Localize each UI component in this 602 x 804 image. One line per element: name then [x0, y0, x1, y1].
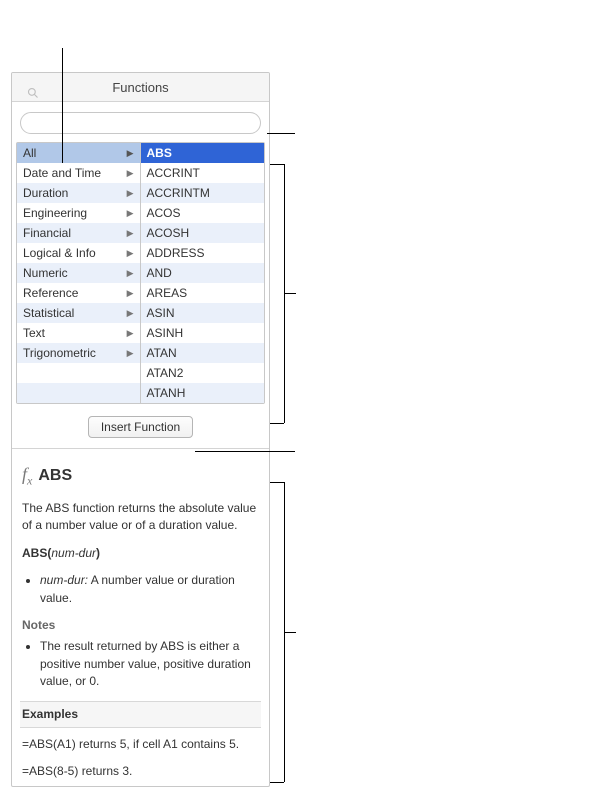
- callout-leader: [284, 293, 296, 294]
- function-item[interactable]: ACOS: [141, 203, 265, 223]
- function-item[interactable]: AND: [141, 263, 265, 283]
- function-label: AREAS: [147, 283, 188, 303]
- function-item[interactable]: ACOSH: [141, 223, 265, 243]
- function-label: ACOSH: [147, 223, 190, 243]
- category-label: Statistical: [23, 303, 74, 323]
- function-label: ATANH: [147, 383, 186, 403]
- search-icon: [27, 87, 39, 99]
- function-label: ABS: [147, 143, 172, 163]
- function-item[interactable]: ATAN2: [141, 363, 265, 383]
- example-item: =ABS(8-5) returns 3.: [22, 763, 259, 780]
- category-label: Text: [23, 323, 45, 343]
- chevron-right-icon: ▶: [127, 283, 134, 303]
- function-item[interactable]: ATANH: [141, 383, 265, 403]
- chevron-right-icon: ▶: [127, 203, 134, 223]
- category-item[interactable]: Duration ▶: [17, 183, 140, 203]
- callout-leader: [195, 451, 295, 452]
- function-item[interactable]: ACCRINTM: [141, 183, 265, 203]
- callout-leader: [270, 423, 284, 424]
- notes-heading: Notes: [22, 617, 259, 634]
- function-column: ABSACCRINTACCRINTMACOSACOSHADDRESSANDARE…: [141, 143, 265, 403]
- category-item: [17, 363, 140, 383]
- chevron-right-icon: ▶: [127, 263, 134, 283]
- insert-container: Insert Function: [12, 404, 269, 448]
- category-item[interactable]: Statistical ▶: [17, 303, 140, 323]
- category-label: Trigonometric: [23, 343, 96, 363]
- chevron-right-icon: ▶: [127, 223, 134, 243]
- category-item[interactable]: All ▶: [17, 143, 140, 163]
- fx-icon: fx: [22, 461, 32, 490]
- category-item[interactable]: Text ▶: [17, 323, 140, 343]
- function-item[interactable]: ACCRINT: [141, 163, 265, 183]
- category-item[interactable]: Numeric ▶: [17, 263, 140, 283]
- category-label: All: [23, 143, 36, 163]
- help-function-name: ABS: [38, 464, 72, 487]
- function-item[interactable]: AREAS: [141, 283, 265, 303]
- chevron-right-icon: ▶: [127, 163, 134, 183]
- category-label: Logical & Info: [23, 243, 96, 263]
- function-label: ATAN: [147, 343, 177, 363]
- category-label: Reference: [23, 283, 78, 303]
- chevron-right-icon: ▶: [127, 183, 134, 203]
- function-label: ACCRINT: [147, 163, 200, 183]
- function-label: ASINH: [147, 323, 184, 343]
- function-browser: All▶Date and Time▶Duration▶Engineering▶F…: [16, 142, 265, 404]
- notes-list: The result returned by ABS is either a p…: [22, 638, 259, 690]
- chevron-right-icon: ▶: [127, 303, 134, 323]
- chevron-right-icon: ▶: [127, 343, 134, 363]
- example-item: =ABS(A1) returns 5, if cell A1 contains …: [22, 736, 259, 753]
- examples-list: =ABS(A1) returns 5, if cell A1 contains …: [22, 736, 259, 781]
- chevron-right-icon: ▶: [127, 243, 134, 263]
- functions-panel: Functions All▶Date and Time▶Duration▶Eng…: [11, 72, 270, 787]
- category-item[interactable]: Engineering ▶: [17, 203, 140, 223]
- category-label: Date and Time: [23, 163, 101, 183]
- function-item[interactable]: ATAN: [141, 343, 265, 363]
- function-label: ACCRINTM: [147, 183, 210, 203]
- function-item[interactable]: ABS: [141, 143, 265, 163]
- argument-item: num-dur: A number value or duration valu…: [40, 572, 259, 607]
- callout-leader: [270, 482, 284, 483]
- category-item[interactable]: Trigonometric ▶: [17, 343, 140, 363]
- function-help: fx ABS The ABS function returns the abso…: [12, 449, 269, 786]
- help-summary: The ABS function returns the absolute va…: [22, 500, 259, 535]
- chevron-right-icon: ▶: [127, 323, 134, 343]
- category-label: Numeric: [23, 263, 68, 283]
- category-label: Financial: [23, 223, 71, 243]
- note-item: The result returned by ABS is either a p…: [40, 638, 259, 690]
- callout-leader: [284, 632, 296, 633]
- function-item[interactable]: ASINH: [141, 323, 265, 343]
- callout-leader: [270, 782, 284, 783]
- function-item[interactable]: ADDRESS: [141, 243, 265, 263]
- category-item[interactable]: Logical & Info ▶: [17, 243, 140, 263]
- argument-list: num-dur: A number value or duration valu…: [22, 572, 259, 607]
- callout-leader: [267, 133, 295, 134]
- search-field-wrap: [20, 112, 261, 134]
- help-syntax: ABS(num-dur): [22, 545, 259, 562]
- function-label: ADDRESS: [147, 243, 205, 263]
- callout-leader: [62, 48, 63, 163]
- function-label: ACOS: [147, 203, 181, 223]
- category-item[interactable]: Date and Time ▶: [17, 163, 140, 183]
- search-input[interactable]: [45, 113, 252, 133]
- callout-leader: [270, 164, 284, 165]
- insert-function-button[interactable]: Insert Function: [88, 416, 193, 438]
- category-column: All▶Date and Time▶Duration▶Engineering▶F…: [17, 143, 141, 403]
- category-item[interactable]: Reference ▶: [17, 283, 140, 303]
- category-item: [17, 383, 140, 403]
- function-label: ATAN2: [147, 363, 184, 383]
- function-item[interactable]: ASIN: [141, 303, 265, 323]
- function-label: ASIN: [147, 303, 175, 323]
- category-label: Duration: [23, 183, 68, 203]
- help-title-row: fx ABS: [22, 461, 259, 490]
- chevron-right-icon: ▶: [127, 143, 134, 163]
- syntax-arg: num-dur: [51, 546, 96, 560]
- category-label: Engineering: [23, 203, 87, 223]
- category-item[interactable]: Financial ▶: [17, 223, 140, 243]
- argument-name: num-dur:: [40, 573, 88, 587]
- function-label: AND: [147, 263, 172, 283]
- examples-heading: Examples: [20, 701, 261, 728]
- syntax-fn: ABS: [22, 546, 47, 560]
- panel-title: Functions: [12, 73, 269, 102]
- search-container: [12, 102, 269, 142]
